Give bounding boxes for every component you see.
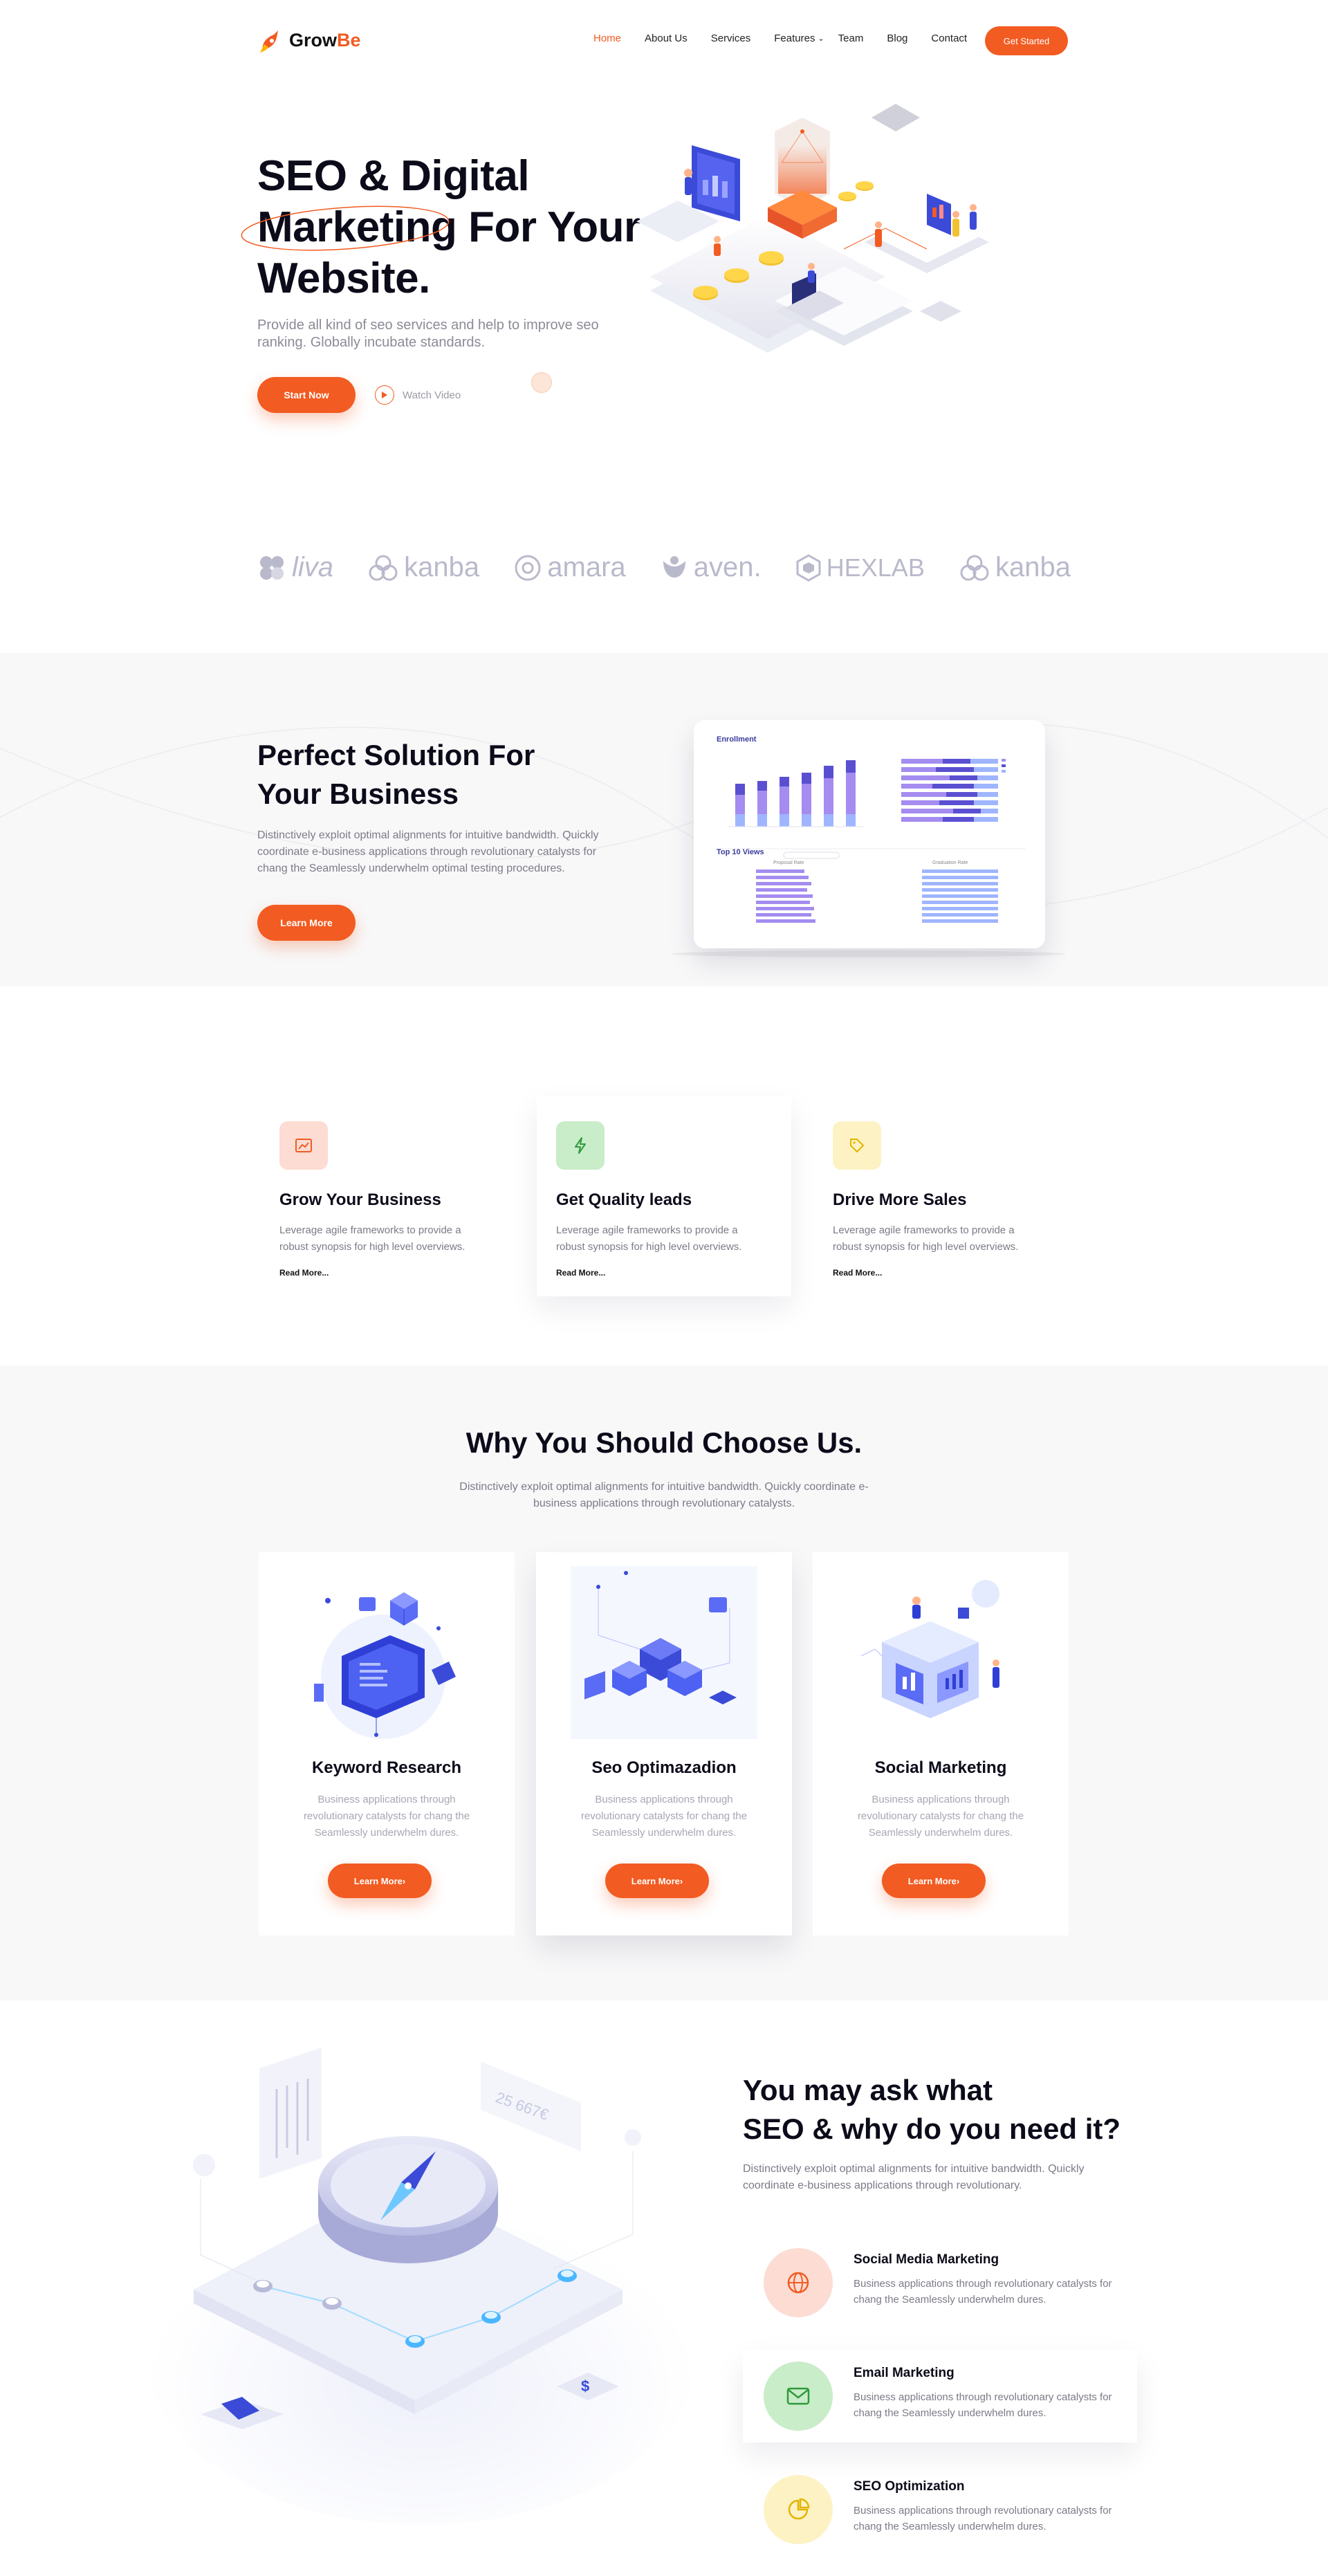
choose-title: Why You Should Choose Us.: [465, 1426, 863, 1459]
brand-hexlab: HEXLAB: [796, 553, 925, 582]
chevron-right-icon: ›: [679, 1875, 683, 1886]
learn-more-button[interactable]: Learn More ›: [882, 1864, 986, 1898]
dollar-icon: $: [581, 2377, 589, 2395]
hero-illustration: [636, 104, 989, 353]
dashboard-sub-left: Proposal Rate: [773, 861, 804, 865]
nav-features[interactable]: Features: [774, 33, 815, 44]
nav-contact[interactable]: Contact: [931, 33, 967, 44]
choose-card: Keyword Research Business applications t…: [259, 1552, 515, 1935]
feature-text: Business applications through revolution…: [854, 2278, 1112, 2306]
choose-text: Distinctively exploit optimal alignments…: [459, 1481, 869, 1509]
hero-subtitle: Provide all kind of seo services and hel…: [257, 318, 599, 350]
seo-optimization-illustration: [571, 1566, 757, 1739]
site-header: GrowBe Home About Us Services Features ⌄…: [0, 0, 1328, 83]
brand-kanba-2: kanba: [959, 552, 1071, 583]
brand-logos: liva kanba amara aven. HEXLAB kanba: [257, 552, 1071, 583]
service-title: Get Quality leads: [556, 1190, 692, 1209]
dashboard-shadow: [671, 950, 1065, 957]
logo[interactable]: GrowBe: [257, 26, 361, 54]
brand-amara: amara: [514, 552, 626, 583]
nav-blog[interactable]: Blog: [887, 33, 907, 44]
play-icon: [375, 385, 394, 405]
chart-icon: [279, 1121, 328, 1170]
feature-text: Business applications through revolution…: [854, 2505, 1112, 2532]
pie-icon: [764, 2475, 833, 2544]
read-more-link[interactable]: Read More...: [833, 1268, 1040, 1278]
service-card: Grow Your Business Leverage agile framew…: [279, 1121, 487, 1278]
solution-title: Perfect Solution For Your Business: [257, 739, 535, 810]
service-card: Get Quality leads Leverage agile framewo…: [556, 1121, 764, 1278]
solution-text: Distinctively exploit optimal alignments…: [257, 829, 599, 874]
kanba-logo-icon: [369, 555, 398, 580]
compass-illustration: 25 667€ $: [145, 2048, 699, 2525]
feature-item: Social Media Marketing Business applicat…: [764, 2248, 1123, 2317]
chevron-right-icon: ›: [402, 1875, 406, 1886]
dashboard-title-top-views: Top 10 Views: [717, 848, 764, 856]
dashboard-title-enrollment: Enrollment: [717, 735, 757, 744]
get-started-button[interactable]: Get Started: [985, 26, 1068, 55]
service-title: Grow Your Business: [279, 1190, 441, 1209]
service-text: Leverage agile frameworks to provide a r…: [833, 1224, 1019, 1253]
dashboard-mockup: Enrollment Top 10 Views Proposal Rate Gr…: [694, 720, 1045, 948]
service-title: Drive More Sales: [833, 1190, 967, 1209]
feature-title: Social Media Marketing: [854, 2252, 999, 2267]
why-title: You may ask what SEO & why do you need i…: [743, 2074, 1121, 2145]
mail-icon: [764, 2362, 833, 2431]
chevron-right-icon: ›: [956, 1875, 960, 1886]
learn-more-button[interactable]: Learn More: [257, 905, 356, 941]
choose-card: Seo Optimazadion Business applications t…: [536, 1552, 792, 1935]
chevron-down-icon[interactable]: ⌄: [818, 34, 824, 44]
choose-card-title: Seo Optimazadion: [591, 1758, 737, 1777]
hexlab-logo-icon: [796, 553, 821, 582]
background-waves: [0, 723, 1328, 910]
service-text: Leverage agile frameworks to provide a r…: [556, 1224, 742, 1253]
globe-icon: [764, 2248, 833, 2317]
service-text: Leverage agile frameworks to provide a r…: [279, 1224, 465, 1253]
amara-logo-icon: [515, 555, 541, 580]
hero-title: SEO & Digital Marketing For Your Website…: [241, 151, 645, 304]
highlight-ellipse: [241, 205, 450, 251]
service-card: Drive More Sales Leverage agile framewor…: [833, 1121, 1040, 1278]
nav-home[interactable]: Home: [593, 33, 621, 44]
choose-card-text: Business applications through revolution…: [303, 1794, 470, 1839]
feature-item: Email Marketing Business applications th…: [764, 2362, 1123, 2431]
aven-logo-icon: [663, 555, 685, 578]
choose-card-title: Social Marketing: [874, 1758, 1007, 1777]
feature-item: SEO Optimization Business applications t…: [764, 2475, 1123, 2544]
why-text: Distinctively exploit optimal alignments…: [743, 2163, 1085, 2191]
dashboard-sub-right: Graduation Rate: [932, 861, 968, 865]
main-nav: Home About Us Services Features ⌄ Team B…: [593, 33, 990, 44]
keyword-research-illustration: [314, 1592, 456, 1739]
feature-title: SEO Optimization: [854, 2479, 965, 2494]
feature-title: Email Marketing: [854, 2366, 954, 2380]
kanba-logo-icon: [960, 555, 989, 580]
choose-section: Why You Should Choose Us. Distinctively …: [0, 1365, 1328, 2000]
nav-about[interactable]: About Us: [645, 33, 688, 44]
decor-dot: [531, 372, 552, 393]
read-more-link[interactable]: Read More...: [556, 1268, 764, 1278]
learn-more-button[interactable]: Learn More ›: [605, 1864, 709, 1898]
start-now-button[interactable]: Start Now: [257, 377, 356, 413]
brand-kanba: kanba: [368, 552, 479, 583]
choose-card: Social Marketing Business applications t…: [813, 1552, 1069, 1935]
rocket-logo-icon: [260, 30, 278, 53]
choose-card-text: Business applications through revolution…: [857, 1794, 1024, 1839]
nav-services[interactable]: Services: [711, 33, 751, 44]
brand-liva: liva: [257, 552, 333, 583]
learn-more-button[interactable]: Learn More ›: [328, 1864, 432, 1898]
liva-logo-icon: [260, 555, 284, 580]
logo-text: GrowBe: [289, 29, 361, 50]
brand-aven: aven.: [661, 552, 762, 583]
social-marketing-illustration: [860, 1580, 999, 1718]
dashboard-charts: [714, 759, 1026, 923]
choose-card-text: Business applications through revolution…: [580, 1794, 748, 1839]
tag-icon: [833, 1121, 881, 1170]
nav-team[interactable]: Team: [838, 33, 864, 44]
read-more-link[interactable]: Read More...: [279, 1268, 487, 1278]
choose-card-title: Keyword Research: [311, 1758, 462, 1777]
feature-text: Business applications through revolution…: [854, 2391, 1112, 2419]
solution-section: Perfect Solution For Your Business Disti…: [0, 653, 1328, 986]
bolt-icon: [556, 1121, 605, 1170]
watch-video-link[interactable]: Watch Video: [375, 385, 461, 405]
